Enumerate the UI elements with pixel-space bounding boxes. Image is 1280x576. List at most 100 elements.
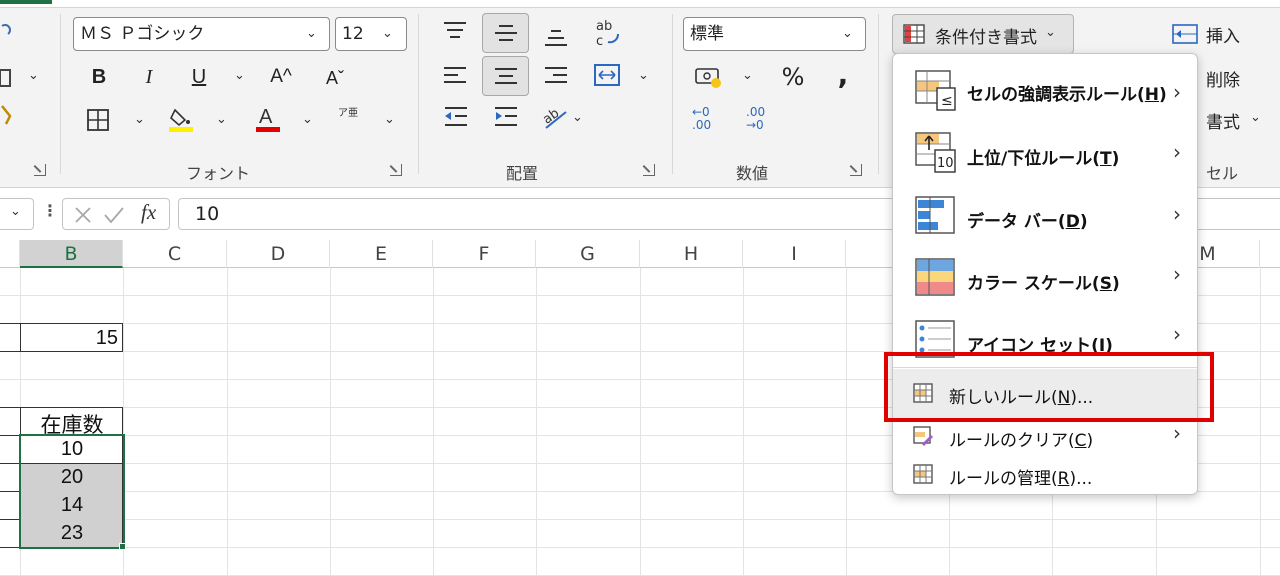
grow-font-button[interactable]: A^ — [266, 62, 296, 92]
chevron-down-icon: ⌄ — [842, 26, 853, 41]
column-header-h[interactable]: H — [640, 240, 743, 268]
menu-label-color-scales: カラー スケール(S) — [967, 274, 1120, 294]
bold-button[interactable]: B — [86, 62, 112, 92]
furigana-button[interactable]: ア亜 — [338, 108, 358, 120]
align-bottom-icon[interactable] — [545, 30, 567, 46]
insert-function-button[interactable]: fx — [141, 200, 156, 225]
font-launcher-icon[interactable] — [390, 164, 402, 176]
font-color-dropdown-chevron-icon[interactable]: ⌄ — [302, 112, 313, 127]
furigana-dropdown-chevron-icon[interactable]: ⌄ — [384, 112, 395, 127]
wrap-text-icon[interactable]: ab — [542, 104, 570, 130]
column-header-d[interactable]: D — [227, 240, 330, 268]
align-left-icon[interactable] — [444, 67, 466, 83]
delete-cells-button[interactable]: 削除 — [1206, 66, 1240, 91]
underline-button[interactable]: U — [186, 62, 212, 92]
top-bottom-rules-icon: 10 — [915, 132, 956, 173]
font-color-icon[interactable]: A — [254, 104, 282, 134]
menu-label-top-bottom: 上位/下位ルール(T) — [967, 149, 1120, 169]
merge-dropdown-chevron-icon[interactable]: ⌄ — [638, 68, 649, 83]
menu-item-data-bars[interactable]: データ バー(D) › — [893, 190, 1197, 242]
menu-item-color-scales[interactable]: カラー スケール(S) › — [893, 252, 1197, 304]
merge-center-icon[interactable] — [593, 62, 621, 88]
group-separator — [418, 14, 419, 174]
conditional-formatting-icon — [903, 24, 925, 44]
chevron-right-icon: › — [1173, 322, 1181, 346]
chevron-right-icon: › — [1173, 140, 1181, 164]
font-size-combo[interactable]: 12 ⌄ — [335, 17, 407, 51]
column-header-e[interactable]: E — [330, 240, 433, 268]
color-scales-icon — [915, 258, 955, 296]
shrink-font-button[interactable]: Aˇ — [320, 63, 350, 93]
number-format-combo[interactable]: 標準 ⌄ — [683, 17, 866, 51]
increase-indent-icon[interactable] — [493, 106, 519, 128]
insert-cells-icon[interactable] — [1172, 24, 1198, 44]
svg-text:10: 10 — [937, 156, 954, 171]
align-top-icon[interactable] — [444, 22, 466, 38]
borders-dropdown-chevron-icon[interactable]: ⌄ — [134, 112, 145, 127]
name-box[interactable]: ⌄ — [0, 198, 34, 230]
chevron-down-icon: ⌄ — [382, 26, 393, 41]
cell-b3[interactable]: 15 — [20, 327, 118, 350]
menu-label-data-bars: データ バー(D) — [967, 212, 1088, 232]
decrease-indent-icon[interactable] — [443, 106, 469, 128]
number-format-value: 標準 — [690, 24, 724, 44]
copy-dropdown-chevron-icon[interactable]: ⌄ — [28, 68, 39, 83]
conditional-formatting-button[interactable]: 条件付き書式 ⌄ — [892, 14, 1074, 54]
selection-range-border — [19, 434, 125, 549]
menu-item-top-bottom-rules[interactable]: 10 上位/下位ルール(T) › — [893, 128, 1197, 180]
data-bars-icon — [915, 196, 955, 234]
text-orientation-icon[interactable]: abc — [594, 18, 622, 48]
fill-handle[interactable] — [119, 543, 126, 550]
alignment-launcher-icon[interactable] — [643, 164, 655, 176]
menu-label-clear-rules: ルールのクリア(C) — [949, 431, 1094, 451]
annotation-highlight-box — [884, 352, 1214, 422]
fill-color-dropdown-chevron-icon[interactable]: ⌄ — [216, 112, 227, 127]
chevron-right-icon: › — [1173, 202, 1181, 226]
decrease-decimal-button[interactable]: .00 →0 — [746, 106, 776, 132]
format-cells-dropdown-chevron-icon[interactable]: ⌄ — [1250, 110, 1261, 125]
align-center-button[interactable] — [482, 56, 529, 96]
underline-dropdown-chevron-icon[interactable]: ⌄ — [234, 68, 245, 83]
column-header-i[interactable]: I — [743, 240, 846, 268]
menu-item-highlight-cells-rules[interactable]: ≤ セルの強調表示ルール(H) › — [893, 66, 1197, 118]
cells-group-label: セル — [1205, 164, 1238, 183]
increase-decimal-button[interactable]: ←0 .00 — [692, 106, 722, 132]
column-header-g[interactable]: G — [536, 240, 640, 268]
column-header-c[interactable]: C — [123, 240, 227, 268]
borders-icon[interactable] — [86, 108, 110, 132]
align-middle-button[interactable] — [482, 13, 529, 53]
insert-cells-button[interactable]: 挿入 — [1206, 22, 1240, 47]
column-header-f[interactable]: F — [433, 240, 536, 268]
group-separator — [878, 14, 879, 174]
clipboard-launcher-icon[interactable] — [34, 164, 46, 176]
copy-icon[interactable] — [0, 66, 14, 90]
furigana-label: ア亜 — [338, 108, 358, 119]
fill-color-icon[interactable] — [166, 104, 196, 134]
menu-item-clear-rules[interactable]: ルールのクリア(C) › — [893, 420, 1197, 456]
conditional-formatting-label: 条件付き書式 — [935, 28, 1037, 48]
clipboard-icon[interactable] — [0, 22, 14, 50]
percent-style-button[interactable]: % — [778, 62, 808, 92]
cancel-entry-icon[interactable] — [73, 205, 93, 225]
svg-text:≤: ≤ — [941, 93, 953, 109]
wrap-dropdown-chevron-icon[interactable]: ⌄ — [572, 110, 583, 125]
format-cells-button[interactable]: 書式 — [1206, 108, 1240, 133]
align-right-icon[interactable] — [545, 67, 567, 83]
formula-bar-resize-handle[interactable]: ⋮ — [42, 201, 58, 220]
accounting-dropdown-chevron-icon[interactable]: ⌄ — [742, 68, 753, 83]
font-size-value: 12 — [342, 24, 364, 44]
format-painter-icon[interactable] — [0, 104, 14, 128]
menu-item-manage-rules[interactable]: ルールの管理(R)... — [893, 458, 1197, 494]
chevron-right-icon: › — [1173, 421, 1181, 445]
font-name-combo[interactable]: ＭＳ Ｐゴシック ⌄ — [73, 17, 330, 51]
accounting-format-icon[interactable] — [694, 66, 724, 90]
chevron-down-icon: ⌄ — [306, 26, 317, 41]
italic-button[interactable]: I — [136, 62, 162, 92]
group-separator — [60, 14, 61, 174]
comma-style-button[interactable]: , — [830, 60, 856, 90]
number-launcher-icon[interactable] — [850, 164, 862, 176]
column-header-b[interactable]: B — [20, 240, 123, 268]
formula-value: 10 — [195, 203, 220, 225]
confirm-entry-icon[interactable] — [103, 205, 125, 225]
column-header-a[interactable] — [0, 240, 20, 268]
